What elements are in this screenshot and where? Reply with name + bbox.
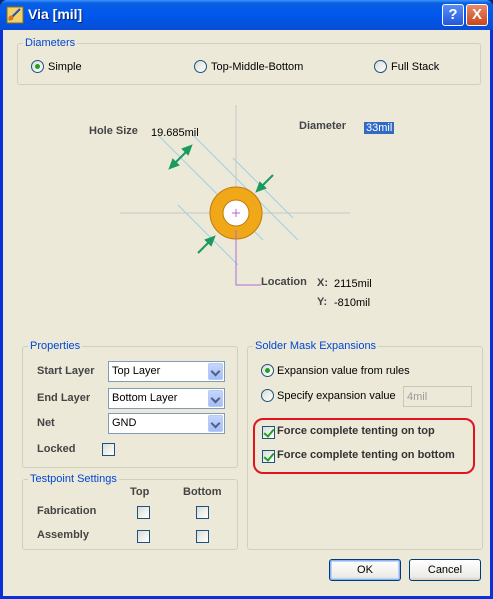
hole-size-value[interactable]: 19.685mil <box>151 127 199 139</box>
expansion-value-input[interactable]: 4mil <box>403 386 472 407</box>
radio-simple-label[interactable]: Simple <box>48 61 82 73</box>
testpoint-col-top: Top <box>130 486 150 498</box>
diameter-value[interactable]: 33mil <box>364 122 395 134</box>
assembly-bottom-checkbox[interactable] <box>196 530 209 543</box>
specify-expansion-label[interactable]: Specify expansion value <box>277 390 396 402</box>
cancel-button[interactable]: Cancel <box>409 559 481 581</box>
location-x-value[interactable]: 2115mil <box>334 278 372 290</box>
radio-expansion-from-rules[interactable] <box>261 364 274 377</box>
radio-full-stack-label[interactable]: Full Stack <box>391 61 439 73</box>
via-app-icon <box>6 6 24 24</box>
end-layer-value: Bottom Layer <box>112 392 178 404</box>
fabrication-top-checkbox[interactable] <box>137 506 150 519</box>
locked-checkbox[interactable] <box>102 443 115 456</box>
location-y-value[interactable]: -810mil <box>334 297 370 309</box>
start-layer-select[interactable]: Top Layer <box>108 361 225 382</box>
net-value: GND <box>112 417 137 429</box>
diameters-legend: Diameters <box>25 37 76 49</box>
radio-full-stack[interactable] <box>374 60 387 73</box>
testpoint-legend: Testpoint Settings <box>30 473 117 485</box>
expansion-from-rules-label[interactable]: Expansion value from rules <box>277 365 410 377</box>
fabrication-bottom-checkbox[interactable] <box>196 506 209 519</box>
diameter-arrow-bottom-icon <box>197 235 216 254</box>
hole-size-label: Hole Size <box>89 125 138 137</box>
solder-mask-legend: Solder Mask Expansions <box>255 340 377 352</box>
properties-legend: Properties <box>30 340 81 352</box>
net-label: Net <box>37 417 55 429</box>
assembly-label: Assembly <box>37 529 89 541</box>
chevron-down-icon[interactable] <box>208 390 223 407</box>
ok-button[interactable]: OK <box>329 559 401 581</box>
net-select[interactable]: GND <box>108 413 225 434</box>
help-button[interactable]: ? <box>442 4 464 26</box>
radio-specify-expansion[interactable] <box>261 389 274 402</box>
radio-simple[interactable] <box>31 60 44 73</box>
tent-bottom-checkbox[interactable] <box>262 450 275 463</box>
via-dialog: Via [mil] ? X Diameters Simple Top-Middl… <box>0 0 493 599</box>
radio-top-middle-bottom-label[interactable]: Top-Middle-Bottom <box>211 61 303 73</box>
tent-top-label[interactable]: Force complete tenting on top <box>277 425 435 437</box>
end-layer-select[interactable]: Bottom Layer <box>108 388 225 409</box>
expansion-value-text: 4mil <box>407 391 428 403</box>
via-diagram <box>120 105 350 286</box>
window-title: Via [mil] <box>28 6 83 22</box>
diameter-label: Diameter <box>299 120 347 132</box>
testpoint-col-bottom: Bottom <box>183 486 222 498</box>
end-layer-label: End Layer <box>37 392 91 404</box>
fabrication-label: Fabrication <box>37 505 97 517</box>
chevron-down-icon[interactable] <box>208 363 223 380</box>
location-x-label: X: <box>317 277 328 289</box>
title-bar[interactable]: Via [mil] ? X <box>0 0 493 30</box>
diameter-arrow-top-icon <box>255 174 274 193</box>
location-y-label: Y: <box>317 296 328 308</box>
tent-top-checkbox[interactable] <box>262 426 275 439</box>
assembly-top-checkbox[interactable] <box>137 530 150 543</box>
location-label: Location <box>261 276 307 288</box>
start-layer-value: Top Layer <box>112 365 161 377</box>
close-button[interactable]: X <box>466 4 488 26</box>
start-layer-label: Start Layer <box>37 365 95 377</box>
chevron-down-icon[interactable] <box>208 415 223 432</box>
radio-top-middle-bottom[interactable] <box>194 60 207 73</box>
tent-bottom-label[interactable]: Force complete tenting on bottom <box>277 449 455 461</box>
locked-label: Locked <box>37 443 76 455</box>
